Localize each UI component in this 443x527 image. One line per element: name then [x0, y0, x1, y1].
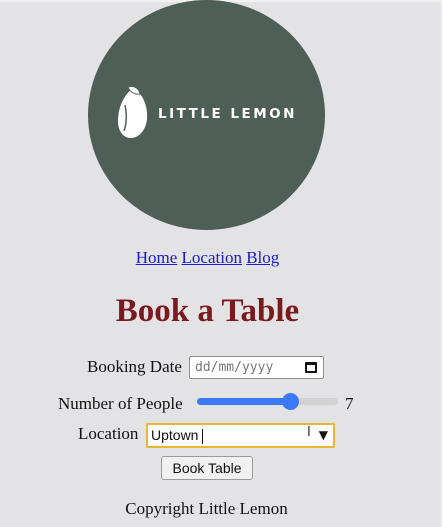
ibeam-cursor-icon: I: [307, 425, 311, 440]
location-label: Location: [78, 424, 139, 443]
lemon-icon: [118, 85, 148, 138]
nav-link-location[interactable]: Location: [182, 248, 242, 267]
calendar-icon[interactable]: [305, 362, 317, 373]
text-caret: [202, 429, 203, 444]
location-select[interactable]: Uptown I ▼: [146, 423, 335, 448]
slider-thumb[interactable]: [282, 393, 300, 410]
booking-date-input[interactable]: dd/mm/yyyy: [189, 356, 324, 379]
book-table-button[interactable]: Book Table: [161, 456, 253, 480]
people-value: 7: [345, 394, 354, 413]
booking-date-label: Booking Date: [87, 357, 182, 376]
logo-text: LITTLE LEMON: [158, 106, 297, 122]
slider-fill: [197, 398, 291, 405]
footer-copyright: Copyright Little Lemon: [125, 499, 288, 518]
nav-link-blog[interactable]: Blog: [246, 248, 279, 267]
main-nav: Home Location Blog: [0, 248, 415, 268]
nav-link-home[interactable]: Home: [136, 248, 178, 267]
dropdown-arrow-icon[interactable]: ▼: [319, 428, 328, 442]
location-selected-value: Uptown: [151, 427, 199, 443]
people-slider[interactable]: [197, 393, 338, 410]
logo: LITTLE LEMON: [88, 0, 325, 230]
booking-date-placeholder: dd/mm/yyyy: [195, 360, 274, 375]
people-label: Number of People: [58, 394, 183, 413]
page-title: Book a Table: [115, 293, 300, 329]
